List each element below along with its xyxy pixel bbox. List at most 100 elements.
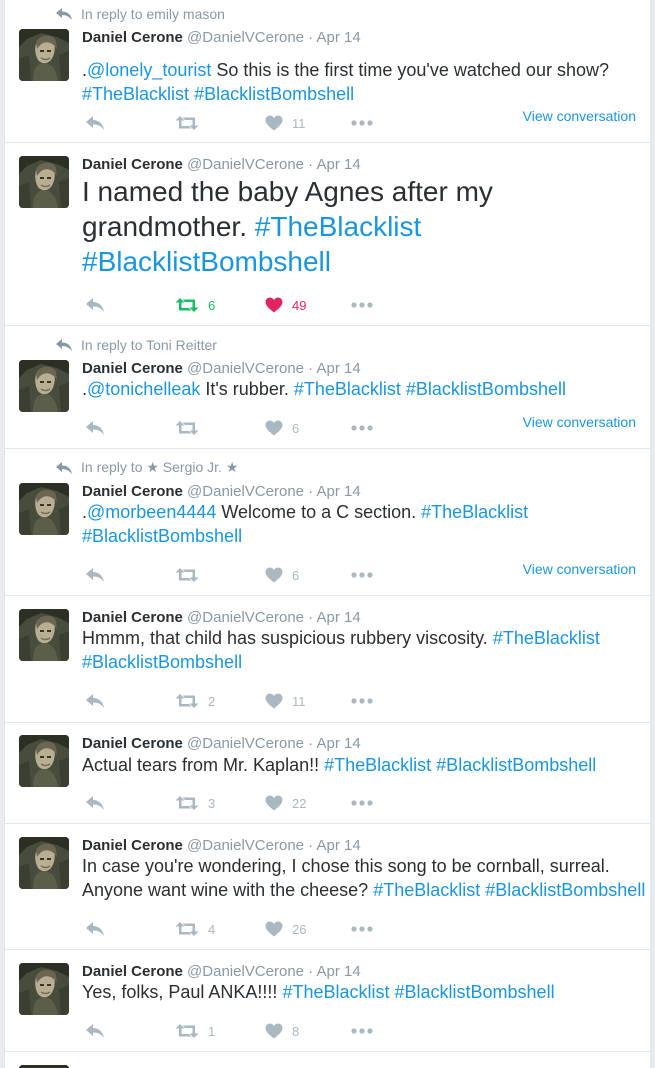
hashtag-link[interactable]: #BlacklistBombshell	[194, 84, 354, 104]
like-button[interactable]: 11	[265, 112, 306, 134]
hashtag-link[interactable]: #TheBlacklist	[255, 211, 422, 242]
more-button[interactable]	[351, 1020, 373, 1042]
view-conversation-link[interactable]: View conversation	[523, 414, 636, 430]
tweet-date[interactable]: Apr 14	[317, 156, 361, 173]
user-handle[interactable]: @DanielVCerone	[187, 360, 304, 377]
retweet-button[interactable]: 3	[175, 792, 215, 814]
avatar[interactable]	[19, 609, 69, 661]
user-handle[interactable]: @DanielVCerone	[187, 837, 304, 854]
reply-context[interactable]: In reply to Toni Reitter	[55, 337, 217, 353]
tweet-date[interactable]: Apr 14	[317, 963, 361, 980]
reply-context[interactable]: In reply to ★ Sergio Jr. ★	[55, 459, 238, 476]
hashtag-link[interactable]: #TheBlacklist	[82, 84, 189, 104]
avatar[interactable]	[19, 29, 69, 81]
avatar[interactable]	[19, 735, 69, 787]
retweet-button[interactable]: 4	[175, 918, 215, 940]
user-handle[interactable]: @DanielVCerone	[187, 29, 304, 46]
avatar[interactable]	[19, 360, 69, 412]
retweet-button[interactable]	[175, 417, 208, 439]
user-name[interactable]: Daniel Cerone	[82, 360, 183, 377]
like-button[interactable]: 49	[265, 294, 306, 316]
hashtag-link[interactable]: #BlacklistBombshell	[436, 755, 596, 775]
hashtag-link[interactable]: #TheBlacklist	[421, 502, 528, 522]
reply-button[interactable]	[85, 690, 105, 712]
like-button[interactable]: 6	[265, 564, 299, 586]
like-button[interactable]: 11	[265, 690, 306, 712]
user-name[interactable]: Daniel Cerone	[82, 156, 183, 173]
mention-link[interactable]: @morbeen4444	[87, 502, 216, 522]
retweet-button[interactable]: 1	[175, 1020, 215, 1042]
tweet-date[interactable]: Apr 14	[317, 360, 361, 377]
avatar[interactable]	[19, 963, 69, 1015]
user-handle[interactable]: @DanielVCerone	[187, 156, 304, 173]
more-button[interactable]	[351, 690, 373, 712]
tweet[interactable]: Daniel Cerone @DanielVCerone · Apr 14 I n…	[5, 144, 650, 326]
hashtag-link[interactable]: #BlacklistBombshell	[82, 652, 242, 672]
avatar[interactable]	[19, 483, 69, 535]
more-button[interactable]	[351, 112, 373, 134]
tweet[interactable]	[5, 1053, 650, 1068]
hashtag-link[interactable]: #TheBlacklist	[294, 379, 401, 399]
tweet-date[interactable]: Apr 14	[317, 483, 361, 500]
like-button[interactable]: 22	[265, 792, 306, 814]
mention-link[interactable]: @lonely_tourist	[87, 60, 211, 80]
tweet[interactable]: In reply to emily mason Daniel Cerone @Da…	[5, 0, 650, 143]
user-name[interactable]: Daniel Cerone	[82, 609, 183, 626]
more-button[interactable]	[351, 417, 373, 439]
reply-context[interactable]: In reply to emily mason	[55, 6, 225, 22]
hashtag-link[interactable]: #BlacklistBombshell	[395, 982, 555, 1002]
reply-button[interactable]	[85, 918, 105, 940]
user-name[interactable]: Daniel Cerone	[82, 29, 183, 46]
reply-button[interactable]	[85, 294, 105, 316]
tweet[interactable]: In reply to Toni Reitter Daniel Cerone @D…	[5, 327, 650, 449]
retweet-button[interactable]: 2	[175, 690, 215, 712]
user-name[interactable]: Daniel Cerone	[82, 963, 183, 980]
more-button[interactable]	[351, 918, 373, 940]
tweet-header: Daniel Cerone @DanielVCerone · Apr 14	[82, 29, 361, 46]
avatar[interactable]	[19, 837, 69, 889]
retweet-button[interactable]	[175, 564, 208, 586]
avatar[interactable]	[19, 156, 69, 208]
user-handle[interactable]: @DanielVCerone	[187, 963, 304, 980]
hashtag-link[interactable]: #BlacklistBombshell	[82, 246, 331, 277]
like-button[interactable]: 8	[265, 1020, 299, 1042]
tweet[interactable]: Daniel Cerone @DanielVCerone · Apr 14 Yes…	[5, 951, 650, 1052]
hashtag-link[interactable]: #TheBlacklist	[324, 755, 431, 775]
hashtag-link[interactable]: #TheBlacklist	[493, 628, 600, 648]
like-button[interactable]: 6	[265, 417, 299, 439]
more-button[interactable]	[351, 294, 373, 316]
like-count: 6	[292, 420, 300, 436]
reply-button[interactable]	[85, 1020, 105, 1042]
user-handle[interactable]: @DanielVCerone	[187, 609, 304, 626]
reply-button[interactable]	[85, 112, 105, 134]
tweet-date[interactable]: Apr 14	[317, 837, 361, 854]
tweet-date[interactable]: Apr 14	[317, 29, 361, 46]
reply-button[interactable]	[85, 417, 105, 439]
hashtag-link[interactable]: #BlacklistBombshell	[406, 379, 566, 399]
user-handle[interactable]: @DanielVCerone	[187, 483, 304, 500]
mention-link[interactable]: @tonichelleak	[87, 379, 200, 399]
hashtag-link[interactable]: #BlacklistBombshell	[485, 880, 645, 900]
retweet-button[interactable]: 6	[175, 294, 215, 316]
view-conversation-link[interactable]: View conversation	[523, 108, 636, 124]
user-handle[interactable]: @DanielVCerone	[187, 735, 304, 752]
tweet[interactable]: In reply to ★ Sergio Jr. ★ Daniel Cerone …	[5, 450, 650, 596]
tweet-date[interactable]: Apr 14	[317, 735, 361, 752]
tweet[interactable]: Daniel Cerone @DanielVCerone · Apr 14 Act…	[5, 724, 650, 824]
tweet-date[interactable]: Apr 14	[317, 609, 361, 626]
reply-button[interactable]	[85, 564, 105, 586]
tweet[interactable]: Daniel Cerone @DanielVCerone · Apr 14 Hmm…	[5, 597, 650, 723]
hashtag-link[interactable]: #TheBlacklist	[373, 880, 480, 900]
user-name[interactable]: Daniel Cerone	[82, 483, 183, 500]
more-button[interactable]	[351, 792, 373, 814]
tweet[interactable]: Daniel Cerone @DanielVCerone · Apr 14 In …	[5, 825, 650, 950]
reply-button[interactable]	[85, 792, 105, 814]
user-name[interactable]: Daniel Cerone	[82, 735, 183, 752]
hashtag-link[interactable]: #TheBlacklist	[282, 982, 389, 1002]
view-conversation-link[interactable]: View conversation	[523, 561, 636, 577]
hashtag-link[interactable]: #BlacklistBombshell	[82, 526, 242, 546]
more-button[interactable]	[351, 564, 373, 586]
user-name[interactable]: Daniel Cerone	[82, 837, 183, 854]
retweet-button[interactable]	[175, 112, 208, 134]
like-button[interactable]: 26	[265, 918, 306, 940]
